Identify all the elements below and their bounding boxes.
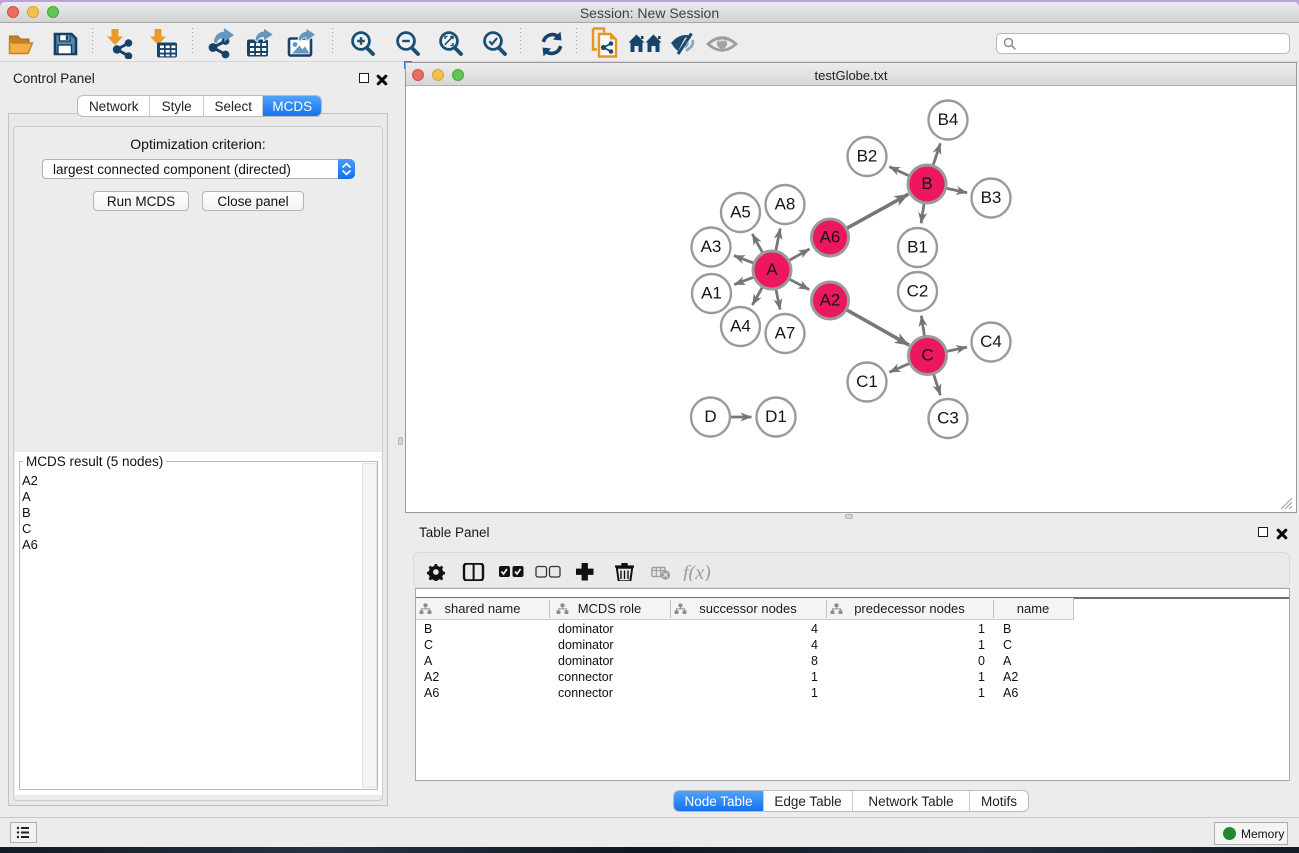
svg-text:C4: C4 [980, 332, 1002, 351]
svg-text:A6: A6 [820, 228, 841, 247]
svg-text:A7: A7 [775, 324, 796, 343]
svg-text:B1: B1 [907, 238, 928, 257]
svg-text:D: D [704, 407, 716, 426]
svg-text:B2: B2 [857, 147, 878, 166]
svg-text:C: C [921, 346, 933, 365]
svg-text:B: B [921, 174, 932, 193]
svg-text:A2: A2 [820, 291, 841, 310]
svg-text:A3: A3 [701, 237, 722, 256]
svg-text:f(x): f(x) [683, 563, 711, 581]
svg-text:D1: D1 [765, 407, 787, 426]
svg-text:B4: B4 [938, 110, 959, 129]
svg-text:C2: C2 [907, 282, 929, 301]
svg-text:A8: A8 [775, 195, 796, 214]
svg-text:A5: A5 [730, 203, 751, 222]
svg-text:C3: C3 [937, 409, 959, 428]
svg-text:B3: B3 [981, 188, 1002, 207]
svg-text:A1: A1 [701, 284, 722, 303]
svg-text:C1: C1 [856, 372, 878, 391]
svg-text:A4: A4 [730, 317, 751, 336]
svg-text:A: A [766, 260, 778, 279]
